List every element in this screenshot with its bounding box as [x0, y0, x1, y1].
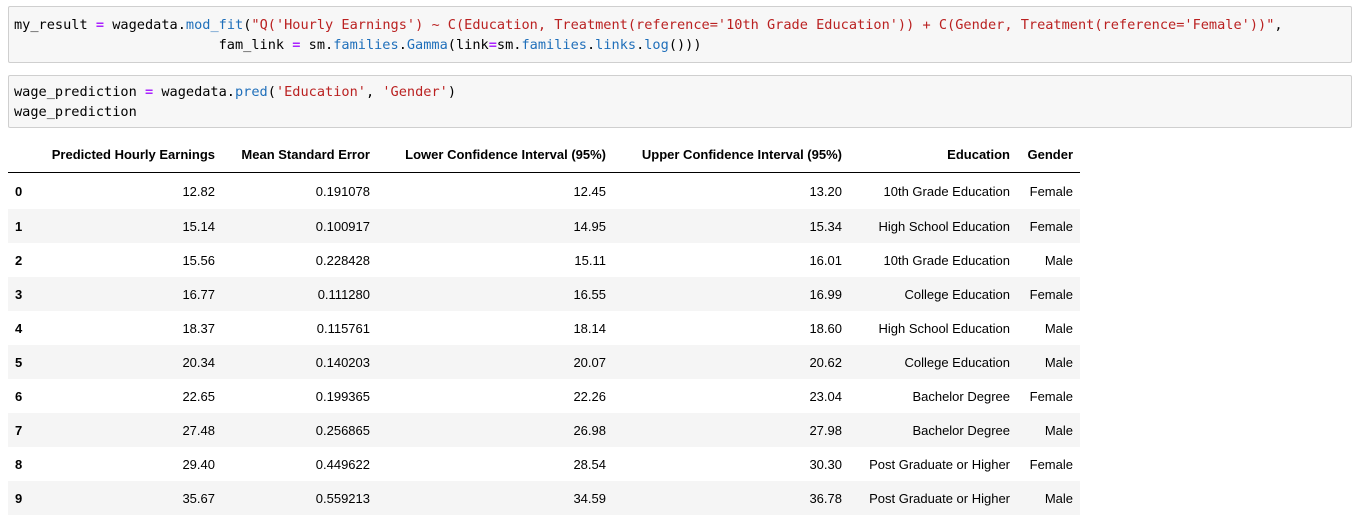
table-cell: 10th Grade Education	[883, 252, 1010, 268]
row-index: 6	[15, 388, 23, 404]
table-cell: 15.11	[574, 252, 606, 268]
row-index: 5	[15, 354, 23, 370]
table-cell: 29.40	[182, 456, 215, 472]
table-cell: 0.111280	[317, 286, 370, 302]
code-line-2: fam_link = sm.families.Gamma(link=sm.fam…	[14, 37, 702, 53]
table-cell: 23.04	[809, 388, 842, 404]
table-cell: Bachelor Degree	[912, 422, 1010, 438]
table-cell: 35.67	[182, 490, 215, 506]
table-cell: Male	[1044, 354, 1073, 370]
table-row: 1 15.14 0.100917 14.95 15.34 High School…	[8, 209, 1080, 243]
table-cell: Female	[1029, 218, 1073, 234]
table-row: 4 18.37 0.115761 18.14 18.60 High School…	[8, 311, 1080, 345]
table-cell: 0.559213	[315, 490, 370, 506]
table-row: 5 20.34 0.140203 20.07 20.62 College Edu…	[8, 345, 1080, 379]
code-editor[interactable]: my_result = wagedata.mod_fit("Q('Hourly …	[14, 15, 1283, 55]
table-row: 2 15.56 0.228428 15.11 16.01 10th Grade …	[8, 243, 1080, 277]
table-header: Gender	[1017, 137, 1080, 173]
table-header: Mean Standard Error	[222, 137, 377, 173]
table-cell: 27.98	[809, 422, 842, 438]
table-cell: Bachelor Degree	[912, 388, 1010, 404]
table-cell: 0.115761	[316, 320, 370, 336]
table-cell: 22.65	[182, 388, 215, 404]
table-cell: 16.01	[809, 252, 842, 268]
row-index: 1	[15, 218, 23, 234]
table-cell: 20.62	[809, 354, 842, 370]
table-row: 3 16.77 0.111280 16.55 16.99 College Edu…	[8, 277, 1080, 311]
code-line-1: my_result = wagedata.mod_fit("Q('Hourly …	[14, 17, 1283, 33]
table-cell: Male	[1044, 252, 1073, 268]
dataframe-output: Predicted Hourly Earnings Mean Standard …	[8, 137, 1080, 515]
table-cell: High School Education	[878, 218, 1010, 234]
table-header: Lower Confidence Interval (95%)	[377, 137, 613, 173]
table-cell: 20.07	[573, 354, 606, 370]
code-cell-prediction[interactable]: wage_prediction = wagedata.pred('Educati…	[8, 75, 1352, 128]
table-cell: 12.45	[573, 183, 606, 199]
row-index: 7	[15, 422, 23, 438]
table-cell: 18.60	[809, 320, 842, 336]
row-index: 3	[15, 286, 23, 302]
table-cell: High School Education	[878, 320, 1010, 336]
table-cell: 16.99	[809, 286, 842, 302]
table-cell: 12.82	[182, 183, 215, 199]
table-cell: Female	[1029, 183, 1073, 199]
table-cell: Female	[1029, 286, 1073, 302]
table-cell: 0.199365	[315, 388, 370, 404]
table-header: Education	[849, 137, 1017, 173]
table-cell: 20.34	[182, 354, 215, 370]
table-cell: 10th Grade Education	[883, 183, 1010, 199]
table-cell: 0.191078	[315, 183, 370, 199]
table-cell: 22.26	[573, 388, 606, 404]
table-cell: 15.56	[182, 252, 215, 268]
code-editor[interactable]: wage_prediction = wagedata.pred('Educati…	[14, 82, 456, 122]
row-index: 8	[15, 456, 23, 472]
table-cell: 14.95	[573, 218, 606, 234]
table-cell: 18.37	[182, 320, 215, 336]
table-cell: Male	[1044, 320, 1073, 336]
code-cell-model-fit[interactable]: my_result = wagedata.mod_fit("Q('Hourly …	[8, 6, 1352, 63]
table-cell: 0.256865	[315, 422, 370, 438]
row-index: 9	[15, 490, 23, 506]
table-cell: College Education	[904, 286, 1010, 302]
table-header-row: Predicted Hourly Earnings Mean Standard …	[8, 137, 1080, 173]
table-cell: 0.228428	[315, 252, 370, 268]
table-cell: 30.30	[809, 456, 842, 472]
table-cell: Post Graduate or Higher	[869, 490, 1010, 506]
table-cell: Female	[1029, 456, 1073, 472]
table-row: 8 29.40 0.449622 28.54 30.30 Post Gradua…	[8, 447, 1080, 481]
table-cell: 15.34	[809, 218, 842, 234]
table-cell: 26.98	[573, 422, 606, 438]
table-cell: 36.78	[809, 490, 842, 506]
table-row: 0 12.82 0.191078 12.45 13.20 10th Grade …	[8, 172, 1080, 209]
table-cell: Male	[1044, 422, 1073, 438]
code-line-2: wage_prediction	[14, 104, 137, 120]
table-cell: Female	[1029, 388, 1073, 404]
table-header-index	[8, 137, 32, 173]
table-cell: 13.20	[809, 183, 842, 199]
table-header: Predicted Hourly Earnings	[32, 137, 222, 173]
table-cell: 28.54	[573, 456, 606, 472]
table-cell: 0.140203	[315, 354, 370, 370]
row-index: 0	[15, 183, 23, 199]
table-cell: 16.55	[573, 286, 606, 302]
table-header: Upper Confidence Interval (95%)	[613, 137, 849, 173]
table-cell: 0.100917	[315, 218, 370, 234]
row-index: 2	[15, 252, 23, 268]
table-cell: 16.77	[182, 286, 215, 302]
row-index: 4	[15, 320, 23, 336]
table-cell: 15.14	[182, 218, 215, 234]
code-line-1: wage_prediction = wagedata.pred('Educati…	[14, 84, 457, 100]
table-row: 7 27.48 0.256865 26.98 27.98 Bachelor De…	[8, 413, 1080, 447]
table-cell: College Education	[904, 354, 1010, 370]
table-cell: 27.48	[182, 422, 215, 438]
table-cell: 0.449622	[315, 456, 370, 472]
table-row: 9 35.67 0.559213 34.59 36.78 Post Gradua…	[8, 481, 1080, 515]
table-cell: 34.59	[573, 490, 606, 506]
table-cell: Post Graduate or Higher	[869, 456, 1010, 472]
table-cell: Male	[1044, 490, 1073, 506]
table-row: 6 22.65 0.199365 22.26 23.04 Bachelor De…	[8, 379, 1080, 413]
table-cell: 18.14	[573, 320, 606, 336]
